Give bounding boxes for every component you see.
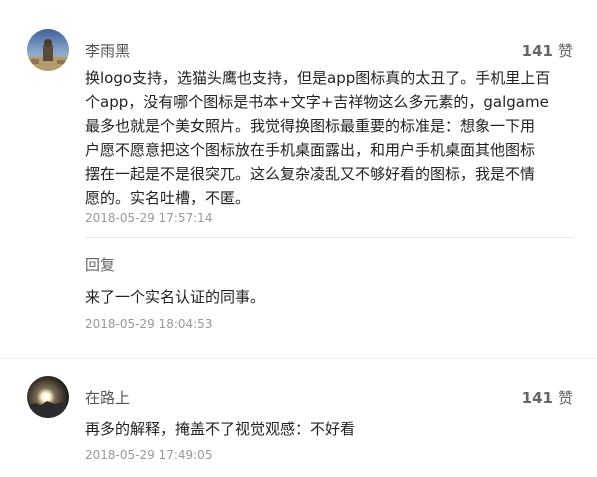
avatar-image bbox=[27, 29, 69, 71]
reply-timestamp: 2018-05-29 18:04:53 bbox=[85, 317, 213, 331]
comment-line: 最多也就是个美女照片。我觉得换图标最重要的标准是：想象一下用 bbox=[85, 117, 536, 135]
username[interactable]: 在路上 bbox=[85, 387, 130, 408]
comment-line: 户愿不愿意把这个图标放在手机桌面露出，和用户手机桌面其他图标 bbox=[85, 141, 536, 159]
like-label: 赞 bbox=[557, 42, 573, 60]
reply-label[interactable]: 回复 bbox=[85, 254, 115, 275]
username[interactable]: 李雨黑 bbox=[85, 40, 130, 61]
comment-text: 换logo支持，选猫头鹰也支持，但是app图标真的太丑了。手机里上百 个app，… bbox=[85, 66, 580, 210]
comment-separator bbox=[0, 358, 597, 359]
comment-line: 愿的。实名吐槽，不匿。 bbox=[85, 189, 251, 207]
avatar[interactable] bbox=[27, 29, 69, 71]
like-button[interactable]: 141 赞 bbox=[522, 387, 573, 408]
comment-line: 换logo支持，选猫头鹰也支持，但是app图标真的太丑了。手机里上百 bbox=[85, 69, 551, 87]
like-button[interactable]: 141 赞 bbox=[522, 40, 573, 61]
comment-line: 摆在一起是不是很突兀。这么复杂凌乱又不够好看的图标，我是不情 bbox=[85, 165, 536, 183]
comment-timestamp: 2018-05-29 17:57:14 bbox=[85, 211, 213, 225]
comment-item: 李雨黑 141 赞 换logo支持，选猫头鹰也支持，但是app图标真的太丑了。手机… bbox=[0, 0, 597, 350]
reply-divider bbox=[85, 237, 573, 238]
comment-text: 再多的解释，掩盖不了视觉观感：不好看 bbox=[85, 420, 356, 438]
reply-text: 来了一个实名认证的同事。 bbox=[85, 288, 266, 306]
comment-line: 个app，没有哪个图标是书本+文字+吉祥物这么多元素的，galgame bbox=[85, 93, 549, 111]
like-label: 赞 bbox=[557, 389, 573, 407]
like-count: 141 bbox=[521, 389, 553, 407]
avatar-image bbox=[27, 376, 69, 418]
like-count: 141 bbox=[521, 42, 553, 60]
avatar[interactable] bbox=[27, 376, 69, 418]
comment-item: 在路上 141 赞 再多的解释，掩盖不了视觉观感：不好看 2018-05-29 1… bbox=[0, 360, 597, 477]
comment-timestamp: 2018-05-29 17:49:05 bbox=[85, 448, 213, 462]
